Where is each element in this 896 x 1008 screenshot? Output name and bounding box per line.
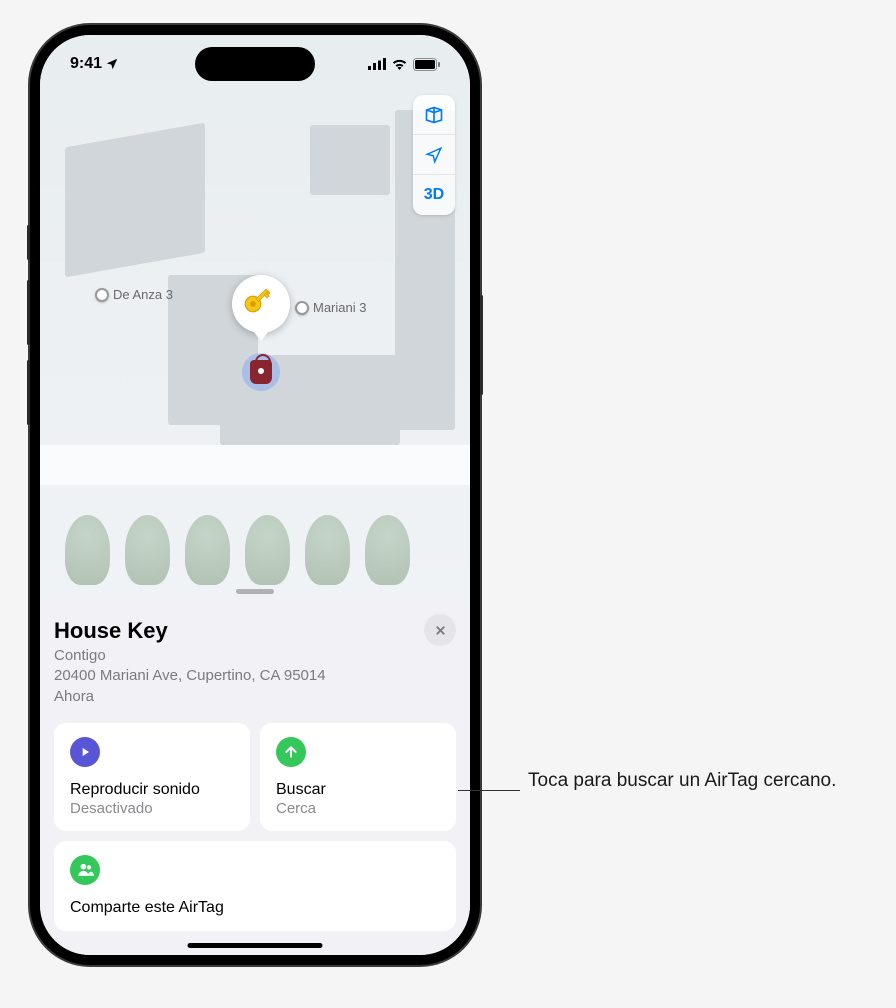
find-status: Cerca bbox=[276, 800, 440, 817]
close-button[interactable] bbox=[424, 614, 456, 646]
share-airtag-card[interactable]: Comparte este AirTag bbox=[54, 841, 456, 931]
callout-text: Toca para buscar un AirTag cercano. bbox=[528, 768, 836, 794]
map-poi-mariani[interactable]: Mariani 3 bbox=[295, 300, 366, 315]
close-icon bbox=[434, 624, 447, 637]
three-d-label: 3D bbox=[424, 186, 444, 204]
status-time: 9:41 bbox=[70, 55, 102, 73]
phone-frame: 9:41 De Anza 3 bbox=[30, 25, 480, 965]
phone-screen: 9:41 De Anza 3 bbox=[40, 35, 470, 955]
play-icon bbox=[78, 745, 92, 759]
battery-icon bbox=[413, 58, 440, 71]
wifi-icon bbox=[391, 58, 408, 70]
location-services-icon bbox=[105, 57, 119, 71]
map-tree bbox=[65, 515, 110, 585]
current-location-button[interactable] bbox=[413, 135, 455, 175]
power-button[interactable] bbox=[480, 295, 483, 395]
map-view[interactable]: De Anza 3 Mariani 3 bbox=[40, 35, 470, 605]
callout-leader-line bbox=[458, 790, 520, 791]
play-sound-icon bbox=[70, 737, 100, 767]
home-indicator[interactable] bbox=[188, 943, 323, 948]
poi-dot-icon bbox=[95, 288, 109, 302]
mute-switch[interactable] bbox=[27, 225, 30, 260]
find-card[interactable]: Buscar Cerca bbox=[260, 723, 456, 831]
item-title: House Key bbox=[54, 618, 456, 644]
map-tree bbox=[365, 515, 410, 585]
find-title: Buscar bbox=[276, 781, 440, 799]
share-icon-badge bbox=[70, 855, 100, 885]
three-d-button[interactable]: 3D bbox=[413, 175, 455, 215]
poi-label: Mariani 3 bbox=[313, 300, 366, 315]
share-title: Comparte este AirTag bbox=[70, 899, 440, 917]
map-poi-deanza[interactable]: De Anza 3 bbox=[95, 287, 173, 302]
cellular-signal-icon bbox=[368, 58, 386, 70]
item-time: Ahora bbox=[54, 687, 456, 707]
map-controls: 3D bbox=[413, 95, 455, 215]
map-layers-icon bbox=[424, 105, 444, 125]
map-tree bbox=[305, 515, 350, 585]
map-road bbox=[40, 445, 470, 485]
play-sound-title: Reproducir sonido bbox=[70, 781, 234, 799]
play-sound-card[interactable]: Reproducir sonido Desactivado bbox=[54, 723, 250, 831]
volume-up-button[interactable] bbox=[27, 280, 30, 345]
sheet-header: House Key Contigo 20400 Mariani Ave, Cup… bbox=[54, 618, 456, 707]
airtag-pin[interactable] bbox=[232, 275, 290, 333]
map-mode-button[interactable] bbox=[413, 95, 455, 135]
detail-sheet: House Key Contigo 20400 Mariani Ave, Cup… bbox=[40, 600, 470, 955]
volume-down-button[interactable] bbox=[27, 360, 30, 425]
play-sound-status: Desactivado bbox=[70, 800, 234, 817]
arrow-up-icon bbox=[283, 744, 299, 760]
map-tree bbox=[185, 515, 230, 585]
key-icon bbox=[237, 280, 285, 328]
location-arrow-icon bbox=[425, 146, 443, 164]
sheet-grabber[interactable] bbox=[236, 589, 274, 594]
bag-icon bbox=[250, 360, 272, 384]
item-status: Contigo bbox=[54, 646, 456, 666]
dynamic-island bbox=[195, 47, 315, 81]
map-tree bbox=[125, 515, 170, 585]
poi-label: De Anza 3 bbox=[113, 287, 173, 302]
map-building bbox=[65, 123, 205, 278]
people-icon bbox=[77, 861, 94, 878]
item-address: 20400 Mariani Ave, Cupertino, CA 95014 bbox=[54, 666, 456, 686]
find-icon-badge bbox=[276, 737, 306, 767]
map-building bbox=[310, 125, 390, 195]
other-item-pin[interactable] bbox=[242, 353, 280, 391]
map-tree bbox=[245, 515, 290, 585]
poi-dot-icon bbox=[295, 301, 309, 315]
